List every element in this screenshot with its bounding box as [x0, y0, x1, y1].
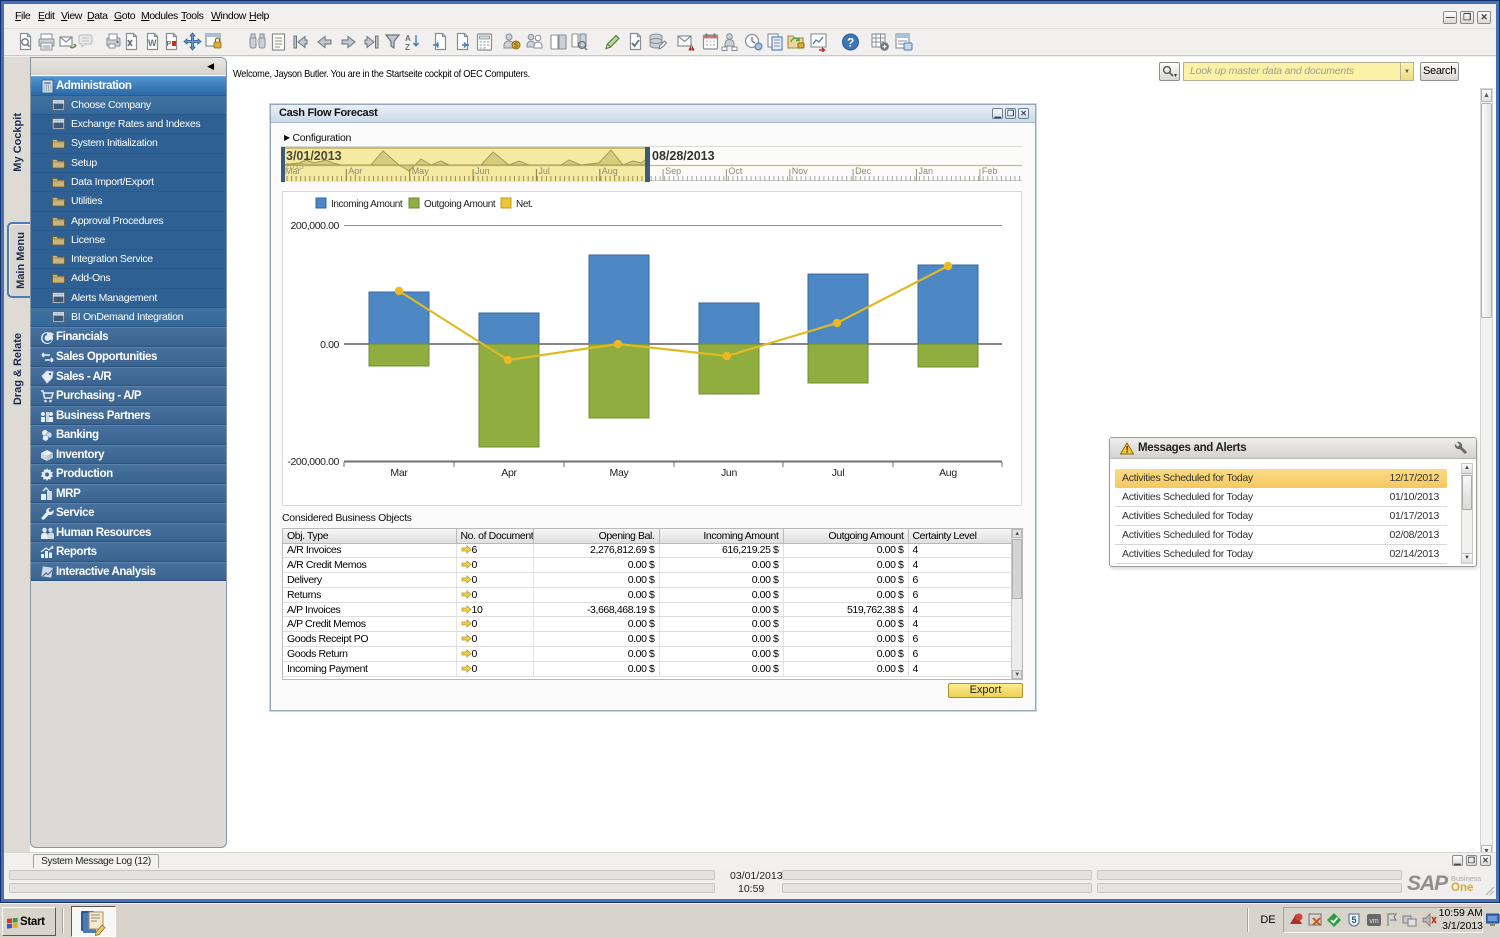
svg-text:Apr: Apr: [501, 467, 517, 479]
svg-text:200,000.00: 200,000.00: [290, 220, 339, 232]
svg-text:Jan: Jan: [919, 166, 934, 176]
svg-text:!: !: [1126, 445, 1129, 455]
svg-text:A: A: [405, 34, 411, 43]
svg-text:Dec: Dec: [855, 166, 872, 176]
svg-text:Jul: Jul: [538, 166, 550, 176]
svg-text:Nov: Nov: [792, 166, 809, 176]
svg-text:vm: vm: [1369, 918, 1379, 925]
svg-text:May: May: [610, 467, 630, 479]
svg-text:5: 5: [1351, 915, 1356, 925]
svg-text:Aug: Aug: [939, 467, 957, 479]
svg-text:08/28/2013: 08/28/2013: [652, 149, 715, 163]
svg-text:Jun: Jun: [475, 166, 490, 176]
svg-text:P: P: [167, 41, 172, 48]
svg-text:SAP: SAP: [1407, 872, 1449, 894]
svg-text:May: May: [412, 166, 430, 176]
svg-text:One: One: [1451, 882, 1473, 894]
svg-text:W: W: [148, 38, 157, 48]
svg-text:Apr: Apr: [348, 166, 362, 176]
svg-text:Jul: Jul: [832, 467, 845, 479]
svg-text:2013: 2013: [285, 161, 304, 171]
svg-text:Oct: Oct: [728, 166, 743, 176]
svg-text:Incoming Amount: Incoming Amount: [331, 199, 403, 210]
svg-text:Outgoing Amount: Outgoing Amount: [424, 199, 496, 210]
svg-text:$: $: [514, 43, 518, 50]
svg-text:Aug: Aug: [602, 166, 618, 176]
svg-text:Feb: Feb: [982, 166, 998, 176]
svg-text:Mar: Mar: [390, 467, 408, 479]
svg-text:0.00: 0.00: [320, 339, 339, 351]
svg-text:Net.: Net.: [516, 199, 533, 210]
svg-text:-200,000.00: -200,000.00: [287, 456, 339, 468]
svg-text:?: ?: [847, 36, 854, 50]
svg-text:Jun: Jun: [721, 467, 737, 479]
svg-text:Sep: Sep: [665, 166, 681, 176]
svg-text:Z: Z: [405, 43, 410, 52]
